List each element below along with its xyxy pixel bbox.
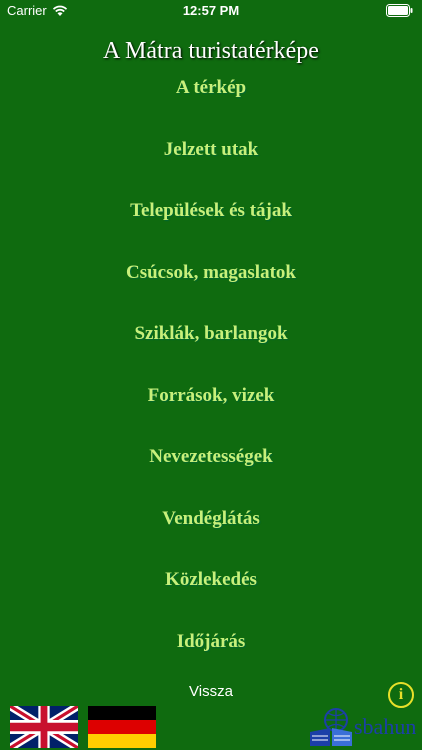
back-button[interactable]: Vissza [0, 683, 422, 700]
book-globe-icon [310, 708, 352, 746]
menu-item-marked-trails[interactable]: Jelzett utak [0, 134, 422, 196]
menu-item-peaks[interactable]: Csúcsok, magaslatok [0, 257, 422, 319]
status-time: 12:57 PM [182, 3, 240, 18]
menu-item-hospitality[interactable]: Vendéglátás [0, 503, 422, 565]
battery-icon [386, 4, 413, 17]
page-title: A Mátra turistatérképe [103, 38, 319, 64]
menu-item-springs[interactable]: Források, vizek [0, 380, 422, 442]
logo-text: sbahun [354, 714, 417, 739]
menu-item-rocks-caves[interactable]: Sziklák, barlangok [0, 318, 422, 380]
menu-item-map[interactable]: A térkép [0, 72, 422, 134]
status-bar: Carrier 12:57 PM [0, 0, 422, 22]
info-icon[interactable]: i [388, 682, 414, 708]
sbahun-logo: sbahun [308, 706, 420, 748]
uk-flag-icon[interactable] [10, 706, 78, 748]
main-menu: A térkép Jelzett utak Települések és táj… [0, 72, 422, 687]
battery-indicator [386, 4, 414, 20]
menu-item-sights[interactable]: Nevezetességek [0, 441, 422, 503]
german-flag-icon[interactable] [88, 706, 156, 748]
menu-item-settlements[interactable]: Települések és tájak [0, 195, 422, 257]
menu-item-transport[interactable]: Közlekedés [0, 564, 422, 626]
menu-item-weather[interactable]: Időjárás [0, 626, 422, 688]
